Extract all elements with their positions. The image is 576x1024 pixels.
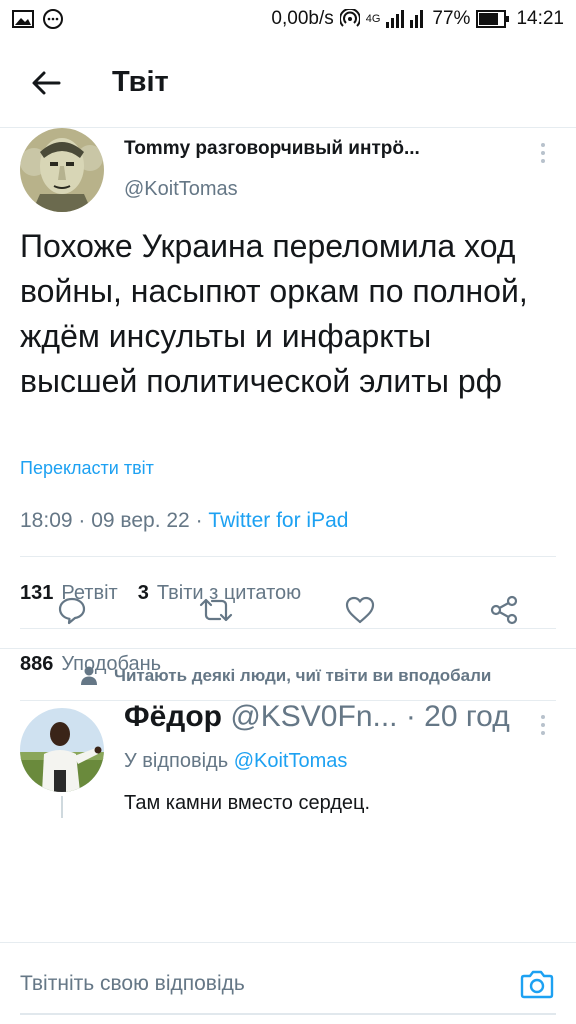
signal-icon: [386, 10, 426, 28]
divider: [20, 556, 556, 557]
reply-author-avatar[interactable]: [20, 708, 104, 792]
more-dot-icon: [541, 143, 545, 147]
tweet-time: 18:09: [20, 509, 73, 532]
section-divider: [0, 648, 576, 649]
status-left: [12, 8, 64, 30]
social-context-row: Читають деякі люди, чиї твіти ви вподоба…: [80, 666, 491, 686]
reply-to-line: У відповідь @KoitTomas: [124, 750, 347, 773]
status-right: 0,00b/s 4G 77% 14:21: [271, 8, 564, 30]
hotspot-icon: [339, 9, 360, 29]
network-type: 4G: [365, 13, 381, 25]
person-icon: [81, 666, 97, 685]
social-context-label: Читають деякі люди, чиї твіти ви вподоба…: [114, 666, 492, 685]
main-tweet: Tommy разговорчивый интрö... @KoitTomas …: [0, 128, 576, 701]
compose-underline: [20, 1013, 556, 1015]
likes-count: 886: [20, 653, 54, 675]
back-button[interactable]: [14, 51, 78, 115]
author-handle[interactable]: @KoitTomas: [124, 178, 238, 201]
more-dot-icon: [541, 731, 545, 735]
retweet-icon: [199, 598, 233, 622]
reply-button[interactable]: [52, 590, 92, 630]
like-button[interactable]: [340, 590, 380, 630]
tweet-text: Похоже Украина переломила ход войны, нас…: [20, 228, 528, 399]
reply-header: Фёдор @KSV0Fn... · 20 год: [124, 700, 544, 734]
reply-input[interactable]: [20, 943, 490, 1024]
reply-to-mention[interactable]: @KoitTomas: [234, 750, 348, 772]
retweet-button[interactable]: [196, 590, 236, 630]
arrow-left-icon: [32, 71, 61, 94]
image-icon: [12, 10, 34, 28]
share-icon: [490, 595, 518, 625]
page-title: Твіт: [112, 66, 169, 98]
reply-author-handle[interactable]: @KSV0Fn...: [230, 700, 397, 733]
reply-author-name[interactable]: Фёдор: [124, 700, 222, 733]
reply-icon: [58, 597, 86, 625]
tweet-source-link[interactable]: Twitter for iPad: [208, 509, 348, 532]
author-row: Tommy разговорчивый интрö... @KoitTomas: [0, 128, 576, 212]
camera-button[interactable]: [518, 965, 556, 1003]
reply-more-options-button[interactable]: [530, 710, 556, 740]
status-time: 14:21: [516, 8, 564, 29]
meta-separator: ·: [195, 509, 209, 532]
more-dot-icon: [541, 723, 545, 727]
tweet-metadata: 18:09 · 09 вер. 22 · Twitter for iPad: [20, 509, 348, 533]
top-app-bar: Твіт: [0, 38, 576, 128]
author-name[interactable]: Tommy разговорчивый интрö...: [124, 138, 420, 160]
more-dot-icon: [541, 715, 545, 719]
author-avatar[interactable]: [20, 128, 104, 212]
more-dot-icon: [541, 159, 545, 163]
thread-line: [61, 796, 63, 818]
battery-icon: [476, 10, 510, 28]
chat-bubble-icon: [42, 8, 64, 30]
reply-text: Там камни вместо сердец.: [124, 792, 371, 814]
camera-icon: [520, 970, 554, 999]
meta-separator: ·: [78, 509, 92, 532]
tweet-date: 09 вер. 22: [91, 509, 190, 532]
like-icon: [345, 596, 375, 624]
status-bar: 0,00b/s 4G 77% 14:21: [0, 0, 576, 38]
network-speed: 0,00b/s: [271, 8, 334, 29]
reply-to-prefix: У відповідь: [124, 750, 229, 772]
translate-tweet-link[interactable]: Перекласти твіт: [20, 458, 154, 479]
share-button[interactable]: [484, 590, 524, 630]
battery-level: 77%: [432, 8, 471, 29]
more-options-button[interactable]: [530, 138, 556, 168]
tweet-action-bar: [0, 580, 576, 640]
reply-time: · 20 год: [405, 700, 510, 733]
reply-compose-bar: [0, 942, 576, 1024]
more-dot-icon: [541, 151, 545, 155]
